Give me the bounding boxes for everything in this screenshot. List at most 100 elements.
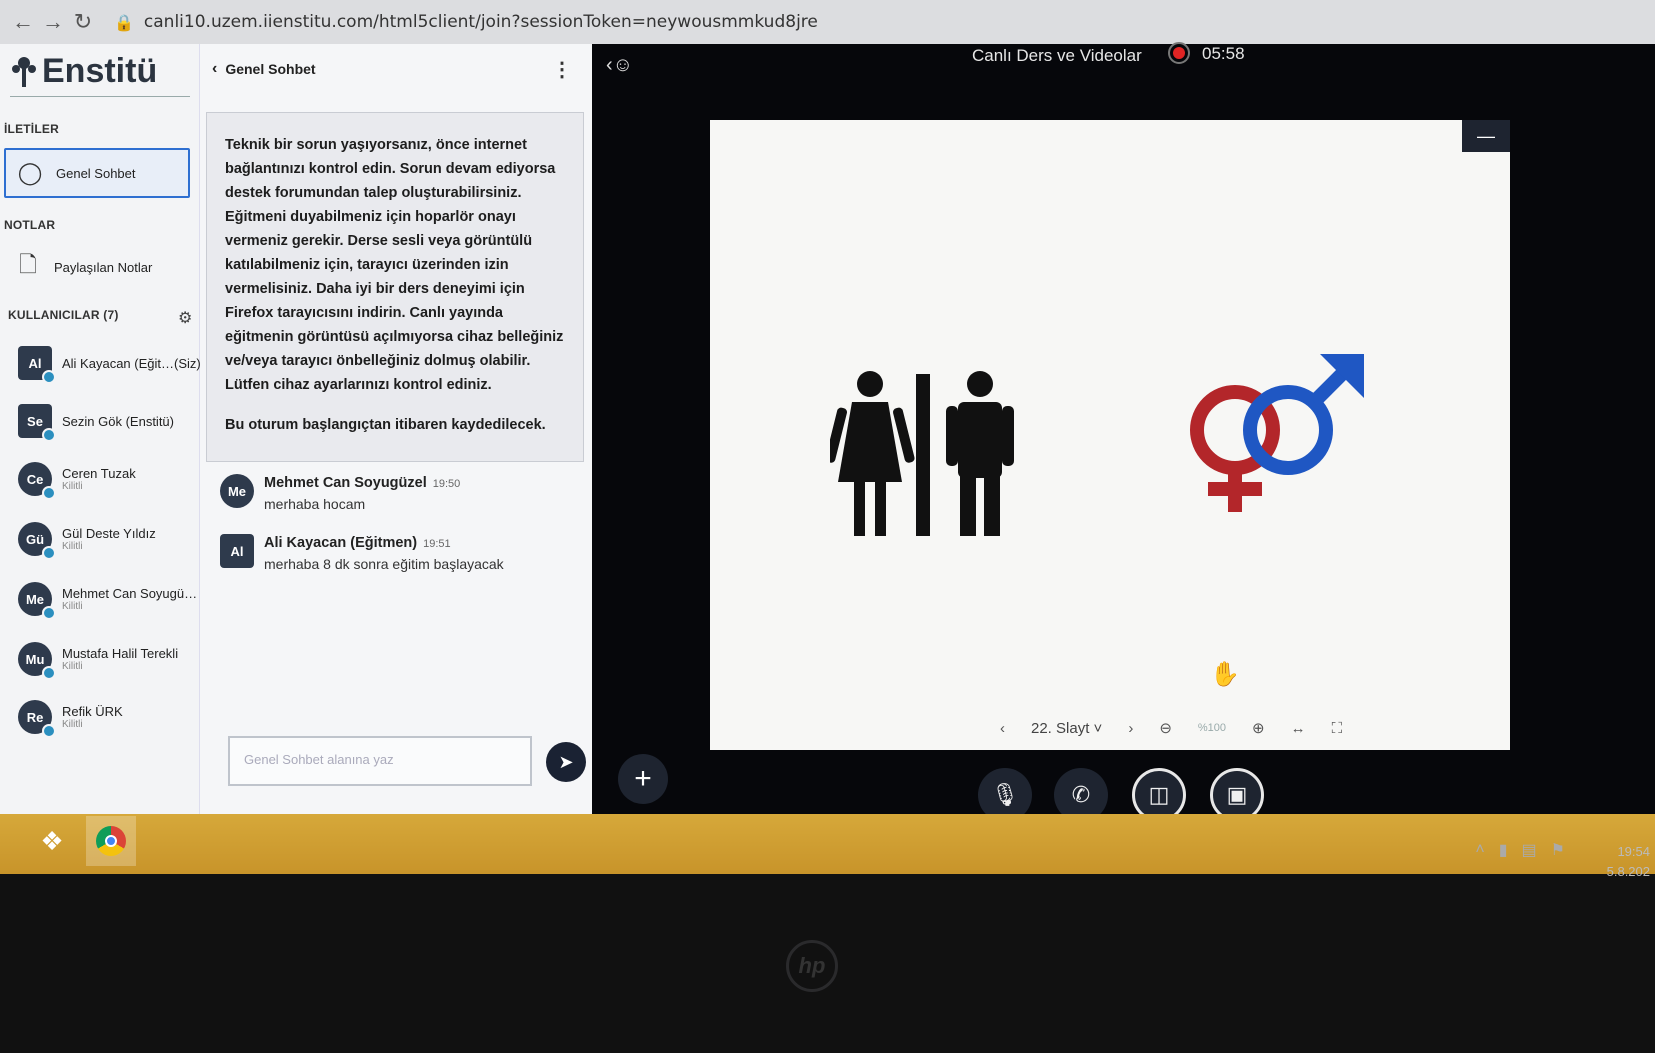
hp-logo-icon: hp: [786, 940, 838, 992]
user-list-item[interactable]: Ce Ceren Tuzak Kilitli: [18, 454, 208, 504]
user-list-item[interactable]: Al Ali Kayacan (Eğit…(Siz): [18, 338, 208, 388]
public-chat-label: Genel Sohbet: [56, 165, 136, 181]
restroom-icon: [830, 371, 1014, 536]
user-status: Kilitli: [62, 601, 83, 612]
battery-icon[interactable]: ▮: [1499, 840, 1508, 860]
user-status: Kilitli: [62, 661, 83, 672]
browser-address-bar: ← → ↻ 🔒 canli10.uzem.iienstitu.com/html5…: [0, 0, 1655, 44]
message-text: merhaba 8 dk sonra eğitim başlayacak: [264, 556, 504, 572]
fullscreen-icon[interactable]: ⛶: [1332, 720, 1343, 737]
chevron-left-icon[interactable]: ‹: [212, 60, 217, 78]
user-list-item[interactable]: Se Sezin Gök (Enstitü): [18, 396, 208, 446]
more-options-icon[interactable]: ⋮: [552, 57, 572, 82]
gender-symbols-icon: [1190, 354, 1364, 512]
user-list-item[interactable]: Me Mehmet Can Soyugü… Kilitli: [18, 574, 208, 624]
chevron-up-icon[interactable]: ˄: [1475, 841, 1484, 859]
minimize-presentation-button[interactable]: —: [1462, 120, 1510, 152]
send-button[interactable]: ➤: [546, 742, 586, 782]
user-name: Sezin Gök (Enstitü): [62, 413, 174, 429]
document-icon: 🗋: [19, 252, 37, 277]
user-list-item[interactable]: Gü Gül Deste Yıldız Kilitli: [18, 514, 208, 564]
chat-bubble-icon: ◯: [17, 160, 43, 185]
flag-icon[interactable]: ⚑: [1551, 840, 1565, 860]
previous-slide-icon[interactable]: ‹: [1000, 720, 1005, 737]
avatar: Gü: [18, 522, 56, 560]
user-name: Gül Deste Yıldız: [62, 526, 156, 541]
left-nav: Enstitü İLETİLER ◯ Genel Sohbet NOTLAR 🗋…: [0, 44, 201, 864]
zoom-out-icon[interactable]: ⊖: [1159, 719, 1172, 737]
url-text: canli10.uzem.iienstitu.com/html5client/j…: [143, 12, 818, 32]
user-status: Kilitli: [62, 541, 83, 552]
section-label-messages: İLETİLER: [4, 122, 59, 136]
divider: [10, 96, 190, 97]
user-name: Mustafa Halil Terekli: [62, 646, 179, 661]
user-name: Refik ÜRK: [62, 704, 123, 719]
section-label-users: KULLANICILAR (7): [8, 308, 119, 322]
lock-icon: 🔒: [114, 12, 134, 32]
user-list-item[interactable]: Mu Mustafa Halil Terekli Kilitli: [18, 634, 208, 684]
record-icon[interactable]: [1168, 42, 1190, 64]
clock-date: 5.8.202: [1606, 864, 1650, 879]
slide-selector[interactable]: 22. Slayt ˅: [1031, 720, 1102, 737]
slide-toolbar: ‹ 22. Slayt ˅ › ⊖ %100 ⊕ ↔ ⛶: [1000, 710, 1480, 746]
avatar: Al: [220, 534, 254, 568]
shared-notes-label: Paylaşılan Notlar: [54, 259, 153, 275]
avatar: Re: [18, 700, 56, 738]
user-list-toggle-icon[interactable]: ‹☺: [606, 54, 633, 77]
actions-plus-button[interactable]: +: [618, 754, 668, 804]
forward-icon[interactable]: →: [38, 7, 68, 37]
user-list-item[interactable]: Re Refik ÜRK Kilitli: [18, 692, 208, 742]
user-name: Mehmet Can Soyugü…: [62, 586, 198, 601]
user-status: Kilitli: [62, 719, 83, 730]
presentation-slide: — ✋ ‹ 22. Slayt ˅ › ⊖ %100 ⊕ ↔ ⛶: [710, 120, 1510, 750]
reload-icon[interactable]: ↻: [68, 7, 98, 37]
chat-message: Me Mehmet Can Soyugüzel 19:50 merhaba hoc…: [220, 474, 580, 512]
message-time: 19:51: [423, 538, 451, 550]
clock-time: 19:54: [1617, 844, 1650, 859]
message-author: Ali Kayacan (Eğitmen): [264, 535, 418, 551]
chat-title: Genel Sohbet: [225, 61, 316, 77]
zoom-in-icon[interactable]: ⊕: [1252, 719, 1265, 737]
meeting-title: Canlı Ders ve Videolar: [972, 46, 1142, 65]
next-slide-icon[interactable]: ›: [1128, 720, 1133, 737]
presentation-area: ‹☺ Canlı Ders ve Videolar 05:58 — ✋ ‹ 22…: [592, 42, 1655, 834]
chrome-taskbar-button[interactable]: [86, 816, 136, 866]
taskbar: ❖: [0, 814, 1655, 874]
zoom-level: %100: [1197, 722, 1227, 734]
welcome-text: Teknik bir sorun yaşıyorsanız, önce inte…: [225, 137, 564, 393]
url-field[interactable]: 🔒 canli10.uzem.iienstitu.com/html5client…: [114, 12, 818, 32]
avatar: Se: [18, 404, 56, 442]
message-text: merhaba hocam: [264, 496, 366, 512]
video-off-icon: ◫: [1148, 782, 1170, 807]
recording-notice: Bu oturum başlangıçtan itibaren kaydedil…: [225, 417, 546, 433]
fit-width-icon[interactable]: ↔: [1291, 720, 1306, 737]
public-chat-item[interactable]: ◯ Genel Sohbet: [4, 148, 190, 198]
chat-message: Al Ali Kayacan (Eğitmen) 19:51 merhaba 8 …: [220, 534, 580, 572]
windows-start-icon[interactable]: ❖: [28, 818, 76, 864]
tree-logo-icon: [12, 56, 36, 87]
avatar: Me: [18, 582, 56, 620]
user-status: Kilitli: [62, 481, 83, 492]
logo: Enstitü: [10, 52, 157, 91]
microphone-icon: 🎙: [991, 782, 1019, 807]
user-name: Ali Kayacan (Eğit…(Siz): [62, 355, 201, 371]
avatar: Me: [220, 474, 254, 508]
screenshare-off-icon: ▣: [1226, 782, 1248, 807]
message-author: Mehmet Can Soyugüzel: [264, 475, 427, 491]
send-icon: ➤: [558, 751, 574, 772]
welcome-message: Teknik bir sorun yaşıyorsanız, önce inte…: [206, 112, 584, 462]
phone-icon: ✆: [1071, 782, 1091, 807]
chat-input[interactable]: Genel Sohbet alanına yaz: [228, 736, 532, 786]
network-icon[interactable]: ▤: [1522, 840, 1537, 860]
section-label-notes: NOTLAR: [4, 218, 56, 232]
screen: ← → ↻ 🔒 canli10.uzem.iienstitu.com/html5…: [0, 0, 1655, 1053]
taskbar-clock[interactable]: 19:54 5.8.202: [1580, 842, 1650, 882]
message-time: 19:50: [432, 478, 461, 490]
back-icon[interactable]: ←: [8, 7, 38, 37]
avatar: Mu: [18, 642, 56, 680]
chat-input-placeholder: Genel Sohbet alanına yaz: [244, 752, 394, 767]
chat-panel: ‹ Genel Sohbet ⋮ Teknik bir sorun yaşıyo…: [200, 44, 592, 814]
shared-notes-item[interactable]: 🗋 Paylaşılan Notlar: [4, 242, 190, 292]
gear-icon[interactable]: ⚙: [178, 308, 192, 328]
chrome-icon: [96, 826, 126, 856]
